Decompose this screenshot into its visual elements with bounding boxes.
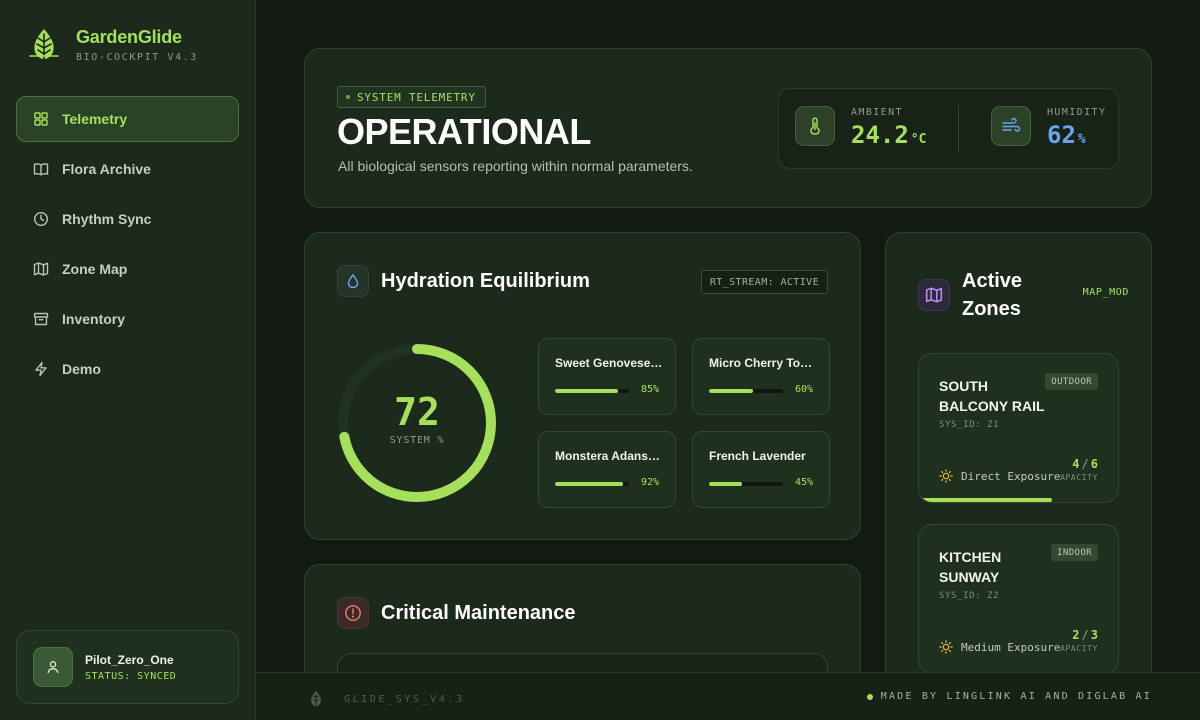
nav-item-telemetry[interactable]: Telemetry xyxy=(16,96,239,142)
humidity-label: HUMIDITY xyxy=(1047,107,1107,118)
maintenance-header: Critical Maintenance xyxy=(337,597,576,629)
brand[interactable]: GardenGlide BIO-COCKPIT V4.3 xyxy=(26,26,198,63)
nav-item-demo[interactable]: Demo xyxy=(16,346,239,392)
zone-capacity: 2/3 CAPACITY xyxy=(1054,628,1098,653)
gauge-value: 72 xyxy=(394,390,440,434)
system-gauge: 72 SYSTEM % xyxy=(337,343,497,503)
tag-label: SYSTEM TELEMETRY xyxy=(357,90,476,104)
stream-status-badge: RT_STREAM: ACTIVE xyxy=(700,270,828,294)
grid-icon xyxy=(34,112,48,126)
humidity-value: 62% xyxy=(1047,121,1086,149)
wind-icon xyxy=(991,106,1031,146)
plant-name: Sweet Genovese Basil xyxy=(555,356,663,370)
hydration-equilibrium-card: Hydration Equilibrium RT_STREAM: ACTIVE … xyxy=(304,232,861,540)
plant-hydration-bar xyxy=(555,389,629,393)
gauge-label: SYSTEM % xyxy=(389,435,445,446)
user-name: Pilot_Zero_One xyxy=(85,652,174,667)
status-title: OPERATIONAL xyxy=(337,111,591,152)
zone-type-badge: OUTDOOR xyxy=(1045,373,1098,390)
plant-name: French Lavender xyxy=(709,449,806,463)
water-drop-icon xyxy=(337,265,369,297)
map-icon xyxy=(918,279,950,311)
hydration-header: Hydration Equilibrium xyxy=(337,265,590,297)
active-zones-card: Active Zones MAP_MOD SOUTH BALCONY RAIL … xyxy=(885,232,1152,702)
clock-icon xyxy=(33,211,49,227)
plant-card[interactable]: Micro Cherry Tomato 60% xyxy=(692,338,830,415)
plant-name: Micro Cherry Tomato xyxy=(709,356,817,370)
plant-card[interactable]: French Lavender 45% xyxy=(692,431,830,508)
nav-menu: Telemetry Flora Archive Rhythm Sync Zone… xyxy=(16,96,239,396)
zone-capacity-bar xyxy=(919,498,1052,502)
nav-item-zone-map[interactable]: Zone Map xyxy=(16,246,239,292)
plant-card[interactable]: Sweet Genovese Basil 85% xyxy=(538,338,676,415)
user-icon xyxy=(47,661,59,674)
zone-sys-id: SYS_ID: Z2 xyxy=(939,591,1000,601)
ambient-label: AMBIENT xyxy=(851,107,903,118)
zone-exposure: Direct Exposure xyxy=(939,469,1060,483)
system-telemetry-tag: SYSTEM TELEMETRY xyxy=(337,86,486,108)
user-status: STATUS: SYNCED xyxy=(85,670,177,682)
nav-item-label: Inventory xyxy=(62,311,126,327)
zones-header: Active Zones xyxy=(918,267,1022,323)
thermometer-icon xyxy=(795,106,835,146)
plant-hydration-percent: 60% xyxy=(794,384,813,395)
leaf-logo-icon xyxy=(29,29,59,61)
footer-credit: MADE BY LINGLINK AI AND DIGLAB AI xyxy=(866,691,1152,702)
nav-item-label: Telemetry xyxy=(62,111,128,127)
plant-hydration-percent: 45% xyxy=(794,477,813,488)
zone-name: KITCHEN SUNWAY xyxy=(939,549,1002,585)
footer-version-label: GLIDE_SYS_V4.3 xyxy=(344,693,465,705)
nav-item-label: Demo xyxy=(62,361,101,377)
system-telemetry-card: SYSTEM TELEMETRY OPERATIONAL All biologi… xyxy=(304,48,1152,208)
plant-hydration-percent: 85% xyxy=(640,384,659,395)
zone-type-badge: INDOOR xyxy=(1051,544,1098,561)
brand-name: GardenGlide xyxy=(76,27,182,47)
lightning-icon xyxy=(35,361,47,377)
plant-hydration-bar xyxy=(709,482,783,486)
sidebar: GardenGlide BIO-COCKPIT V4.3 Telemetry F… xyxy=(0,0,256,720)
ambient-value: 24.2 °C xyxy=(851,121,927,149)
brand-subtitle: BIO-COCKPIT V4.3 xyxy=(76,52,198,63)
footer-credit-label: MADE BY LINGLINK AI AND DIGLAB AI xyxy=(880,691,1152,702)
nav-item-inventory[interactable]: Inventory xyxy=(16,296,239,342)
map-icon xyxy=(33,262,49,276)
nav-item-label: Zone Map xyxy=(62,261,128,277)
hydration-title: Hydration Equilibrium xyxy=(381,269,590,292)
nav-item-flora-archive[interactable]: Flora Archive xyxy=(16,146,239,192)
footer-version: GLIDE_SYS_V4.3 xyxy=(308,690,465,708)
book-icon xyxy=(33,163,49,176)
map-mode-link[interactable]: MAP_MOD xyxy=(1083,287,1129,298)
sensor-divider xyxy=(958,105,959,153)
zones-title: Active Zones xyxy=(962,270,1023,320)
zone-card[interactable]: SOUTH BALCONY RAIL OUTDOOR SYS_ID: Z1 Di… xyxy=(918,353,1119,503)
status-dot xyxy=(866,693,873,700)
nav-item-label: Flora Archive xyxy=(62,161,151,177)
status-description: All biological sensors reporting within … xyxy=(338,158,693,174)
plant-hydration-percent: 92% xyxy=(640,477,659,488)
status-dot xyxy=(346,95,350,99)
sun-icon xyxy=(939,469,953,483)
zone-exposure: Medium Exposure xyxy=(939,640,1060,654)
plant-card[interactable]: Monstera Adansonii 92% xyxy=(538,431,676,508)
leaf-logo-icon xyxy=(311,691,321,707)
nav-item-label: Rhythm Sync xyxy=(62,211,152,227)
nav-item-rhythm-sync[interactable]: Rhythm Sync xyxy=(16,196,239,242)
zone-sys-id: SYS_ID: Z1 xyxy=(939,420,1000,430)
plant-name: Monstera Adansonii xyxy=(555,449,663,463)
plant-hydration-bar xyxy=(709,389,783,393)
alert-circle-icon xyxy=(337,597,369,629)
humidity-sensor: HUMIDITY 62% xyxy=(991,106,1106,149)
plant-hydration-bar xyxy=(555,482,629,486)
maintenance-title: Critical Maintenance xyxy=(381,601,576,624)
zone-capacity: 4/6 CAPACITY xyxy=(1054,457,1098,482)
sun-icon xyxy=(939,640,953,654)
ambient-sensor: AMBIENT 24.2 °C xyxy=(795,106,926,149)
avatar xyxy=(33,647,73,687)
archive-box-icon xyxy=(33,312,49,326)
user-card[interactable]: Pilot_Zero_One STATUS: SYNCED xyxy=(16,630,239,704)
zone-name: SOUTH BALCONY RAIL xyxy=(939,378,1045,414)
sensor-panel: AMBIENT 24.2 °C HUMIDITY 62% xyxy=(778,88,1119,169)
footer: GLIDE_SYS_V4.3 MADE BY LINGLINK AI AND D… xyxy=(256,672,1200,720)
zone-card[interactable]: KITCHEN SUNWAY INDOOR SYS_ID: Z2 Medium … xyxy=(918,524,1119,674)
